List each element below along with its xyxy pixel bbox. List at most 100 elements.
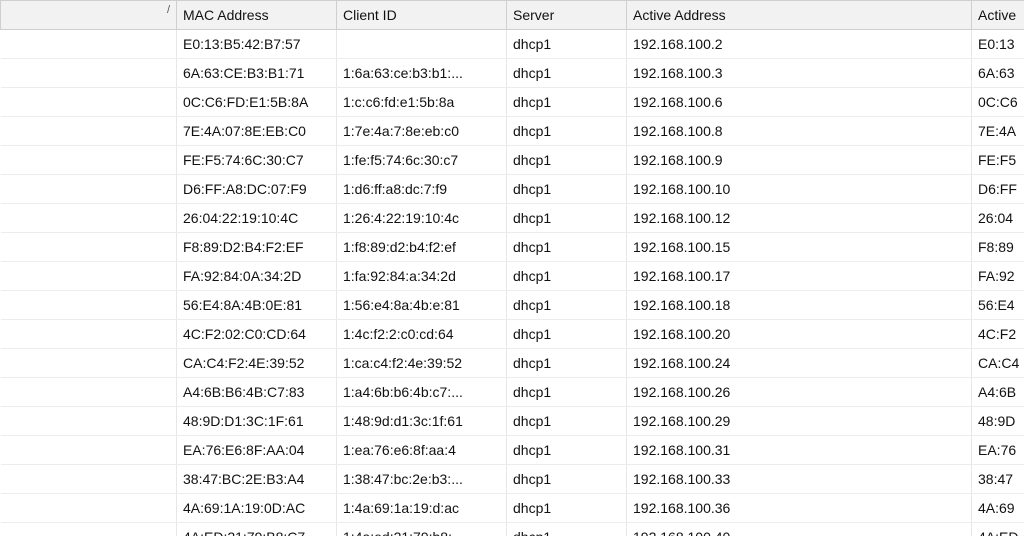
cell-active-address: 192.168.100.2 bbox=[627, 30, 972, 59]
cell-server: dhcp1 bbox=[507, 291, 627, 320]
cell-active-address: 192.168.100.36 bbox=[627, 494, 972, 523]
cell-blank bbox=[1, 30, 177, 59]
cell-mac-address: 6A:63:CE:B3:B1:71 bbox=[177, 59, 337, 88]
cell-server: dhcp1 bbox=[507, 146, 627, 175]
cell-active: 4C:F2 bbox=[972, 320, 1024, 349]
cell-active: FA:92 bbox=[972, 262, 1024, 291]
cell-client-id: 1:38:47:bc:2e:b3:... bbox=[337, 465, 507, 494]
cell-active-address: 192.168.100.3 bbox=[627, 59, 972, 88]
cell-active: 26:04 bbox=[972, 204, 1024, 233]
table-row[interactable]: 56:E4:8A:4B:0E:811:56:e4:8a:4b:e:81dhcp1… bbox=[1, 291, 1024, 320]
col-mac-address[interactable]: MAC Address bbox=[177, 1, 337, 30]
cell-active: 6A:63 bbox=[972, 59, 1024, 88]
col-client-id[interactable]: Client ID bbox=[337, 1, 507, 30]
col-active-address[interactable]: Active Address bbox=[627, 1, 972, 30]
cell-active: 48:9D bbox=[972, 407, 1024, 436]
cell-server: dhcp1 bbox=[507, 494, 627, 523]
cell-active-address: 192.168.100.6 bbox=[627, 88, 972, 117]
cell-active: 38:47 bbox=[972, 465, 1024, 494]
cell-client-id: 1:fe:f5:74:6c:30:c7 bbox=[337, 146, 507, 175]
cell-mac-address: 56:E4:8A:4B:0E:81 bbox=[177, 291, 337, 320]
cell-blank bbox=[1, 494, 177, 523]
cell-client-id: 1:4c:f2:2:c0:cd:64 bbox=[337, 320, 507, 349]
cell-server: dhcp1 bbox=[507, 349, 627, 378]
cell-mac-address: 4A:69:1A:19:0D:AC bbox=[177, 494, 337, 523]
table-row[interactable]: 4A:69:1A:19:0D:AC1:4a:69:1a:19:d:acdhcp1… bbox=[1, 494, 1024, 523]
cell-active-address: 192.168.100.29 bbox=[627, 407, 972, 436]
cell-mac-address: 38:47:BC:2E:B3:A4 bbox=[177, 465, 337, 494]
cell-client-id: 1:ca:c4:f2:4e:39:52 bbox=[337, 349, 507, 378]
cell-client-id: 1:6a:63:ce:b3:b1:... bbox=[337, 59, 507, 88]
cell-active: 4A:ED bbox=[972, 523, 1024, 536]
cell-server: dhcp1 bbox=[507, 88, 627, 117]
cell-blank bbox=[1, 378, 177, 407]
col-label: Active Address bbox=[633, 7, 726, 23]
table-row[interactable]: 4A:ED:21:79:B8:C71:4a:ed:21:79:b8:...dhc… bbox=[1, 523, 1024, 536]
cell-client-id: 1:7e:4a:7:8e:eb:c0 bbox=[337, 117, 507, 146]
cell-active: CA:C4 bbox=[972, 349, 1024, 378]
sort-indicator-icon: / bbox=[167, 4, 170, 16]
cell-server: dhcp1 bbox=[507, 204, 627, 233]
cell-mac-address: 4C:F2:02:C0:CD:64 bbox=[177, 320, 337, 349]
cell-active-address: 192.168.100.12 bbox=[627, 204, 972, 233]
cell-blank bbox=[1, 523, 177, 536]
cell-active-address: 192.168.100.8 bbox=[627, 117, 972, 146]
table-row[interactable]: 48:9D:D1:3C:1F:611:48:9d:d1:3c:1f:61dhcp… bbox=[1, 407, 1024, 436]
cell-active-address: 192.168.100.24 bbox=[627, 349, 972, 378]
cell-client-id: 1:d6:ff:a8:dc:7:f9 bbox=[337, 175, 507, 204]
cell-active-address: 192.168.100.9 bbox=[627, 146, 972, 175]
cell-active: D6:FF bbox=[972, 175, 1024, 204]
cell-active-address: 192.168.100.33 bbox=[627, 465, 972, 494]
table-row[interactable]: FE:F5:74:6C:30:C71:fe:f5:74:6c:30:c7dhcp… bbox=[1, 146, 1024, 175]
dhcp-leases-pane: { "columns": [ {"label": "", "sort_indic… bbox=[0, 0, 1024, 536]
dhcp-leases-table[interactable]: / MAC Address Client ID Server Active Ad… bbox=[0, 0, 1024, 536]
cell-server: dhcp1 bbox=[507, 117, 627, 146]
cell-server: dhcp1 bbox=[507, 523, 627, 536]
cell-client-id: 1:fa:92:84:a:34:2d bbox=[337, 262, 507, 291]
cell-mac-address: A4:6B:B6:4B:C7:83 bbox=[177, 378, 337, 407]
table-row[interactable]: 0C:C6:FD:E1:5B:8A1:c:c6:fd:e1:5b:8adhcp1… bbox=[1, 88, 1024, 117]
table-row[interactable]: E0:13:B5:42:B7:57dhcp1192.168.100.2E0:13 bbox=[1, 30, 1024, 59]
cell-server: dhcp1 bbox=[507, 378, 627, 407]
table-row[interactable]: A4:6B:B6:4B:C7:831:a4:6b:b6:4b:c7:...dhc… bbox=[1, 378, 1024, 407]
cell-blank bbox=[1, 465, 177, 494]
cell-client-id: 1:ea:76:e6:8f:aa:4 bbox=[337, 436, 507, 465]
cell-active: FE:F5 bbox=[972, 146, 1024, 175]
cell-server: dhcp1 bbox=[507, 436, 627, 465]
cell-server: dhcp1 bbox=[507, 407, 627, 436]
table-row[interactable]: 7E:4A:07:8E:EB:C01:7e:4a:7:8e:eb:c0dhcp1… bbox=[1, 117, 1024, 146]
cell-mac-address: E0:13:B5:42:B7:57 bbox=[177, 30, 337, 59]
table-row[interactable]: FA:92:84:0A:34:2D1:fa:92:84:a:34:2ddhcp1… bbox=[1, 262, 1024, 291]
table-row[interactable]: CA:C4:F2:4E:39:521:ca:c4:f2:4e:39:52dhcp… bbox=[1, 349, 1024, 378]
cell-blank bbox=[1, 146, 177, 175]
cell-mac-address: FE:F5:74:6C:30:C7 bbox=[177, 146, 337, 175]
cell-active: E0:13 bbox=[972, 30, 1024, 59]
cell-active: 0C:C6 bbox=[972, 88, 1024, 117]
cell-client-id: 1:4a:69:1a:19:d:ac bbox=[337, 494, 507, 523]
cell-blank bbox=[1, 117, 177, 146]
cell-client-id: 1:c:c6:fd:e1:5b:8a bbox=[337, 88, 507, 117]
table-row[interactable]: 4C:F2:02:C0:CD:641:4c:f2:2:c0:cd:64dhcp1… bbox=[1, 320, 1024, 349]
cell-server: dhcp1 bbox=[507, 175, 627, 204]
cell-active-address: 192.168.100.31 bbox=[627, 436, 972, 465]
col-server[interactable]: Server bbox=[507, 1, 627, 30]
col-sort[interactable]: / bbox=[1, 1, 177, 30]
cell-mac-address: 4A:ED:21:79:B8:C7 bbox=[177, 523, 337, 536]
cell-blank bbox=[1, 291, 177, 320]
cell-active: 56:E4 bbox=[972, 291, 1024, 320]
table-row[interactable]: 38:47:BC:2E:B3:A41:38:47:bc:2e:b3:...dhc… bbox=[1, 465, 1024, 494]
cell-blank bbox=[1, 204, 177, 233]
col-active[interactable]: Active bbox=[972, 1, 1024, 30]
cell-blank bbox=[1, 233, 177, 262]
cell-active-address: 192.168.100.15 bbox=[627, 233, 972, 262]
table-row[interactable]: F8:89:D2:B4:F2:EF1:f8:89:d2:b4:f2:efdhcp… bbox=[1, 233, 1024, 262]
table-row[interactable]: EA:76:E6:8F:AA:041:ea:76:e6:8f:aa:4dhcp1… bbox=[1, 436, 1024, 465]
cell-client-id: 1:a4:6b:b6:4b:c7:... bbox=[337, 378, 507, 407]
table-row[interactable]: 26:04:22:19:10:4C1:26:4:22:19:10:4cdhcp1… bbox=[1, 204, 1024, 233]
table-row[interactable]: 6A:63:CE:B3:B1:711:6a:63:ce:b3:b1:...dhc… bbox=[1, 59, 1024, 88]
cell-active: EA:76 bbox=[972, 436, 1024, 465]
cell-active-address: 192.168.100.26 bbox=[627, 378, 972, 407]
table-row[interactable]: D6:FF:A8:DC:07:F91:d6:ff:a8:dc:7:f9dhcp1… bbox=[1, 175, 1024, 204]
col-label: Server bbox=[513, 7, 554, 23]
cell-active-address: 192.168.100.17 bbox=[627, 262, 972, 291]
